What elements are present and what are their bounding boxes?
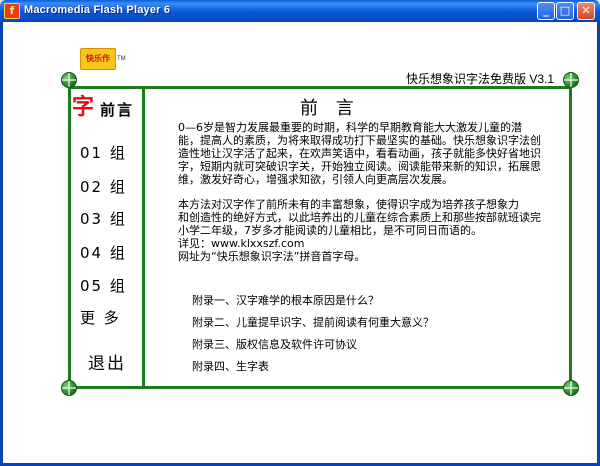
paragraph-line: 维，激发好奇心，增强求知欲，引领人向更高层次发展。: [178, 173, 453, 186]
globe-icon-bottom-left: [61, 380, 77, 396]
sidebar-item-group-03[interactable]: 03 组: [80, 208, 127, 229]
app-title: 快乐想象识字法免费版 V3.1: [406, 72, 555, 86]
paragraph-line: 能，提高人的素质，为将来取得成功打下最坚实的基础。快乐想象识字法创: [178, 134, 541, 147]
preface-paragraph-1: 0—6岁是智力发展最重要的时期，科学的早期教育能大大激发儿童的潜 能，提高人的素…: [178, 121, 566, 186]
title-bar[interactable]: f Macromedia Flash Player 6 _ □ ✕: [0, 0, 600, 22]
sidebar-item-group-04[interactable]: 04 组: [80, 242, 127, 263]
brand-logo: 快乐作: [80, 48, 116, 70]
paragraph-line: 造性地让汉字活了起来，在欢声笑语中，看看动画，孩子就能多快好省地识: [178, 147, 541, 160]
paragraph-line: 网址为“快乐想象识字法”拼音首字母。: [178, 250, 366, 263]
frame-right-line: [569, 86, 572, 389]
globe-icon-bottom-right: [563, 380, 579, 396]
website-link[interactable]: 详见：www.klxxszf.com: [178, 237, 566, 250]
sidebar-item-more[interactable]: 更 多: [80, 307, 121, 328]
sidebar-item-group-05[interactable]: 05 组: [80, 275, 127, 296]
zi-character-icon: 字: [72, 94, 95, 120]
globe-icon-top-left: [61, 72, 77, 88]
preface-paragraph-2: 本方法对汉字作了前所未有的丰富想象，使得识字成为培养孩子想象力 和创造性的绝好方…: [178, 198, 566, 263]
sidebar-item-preface[interactable]: 前言: [100, 99, 134, 120]
close-button[interactable]: ✕: [577, 2, 595, 20]
sidebar-divider-line: [142, 86, 145, 389]
frame-left-line: [68, 86, 71, 389]
globe-icon-top-right: [563, 72, 579, 88]
paragraph-line: 本方法对汉字作了前所未有的丰富想象，使得识字成为培养孩子想象力: [178, 198, 519, 211]
paragraph-line: 和创造性的绝好方式，以此培养出的儿童在综合素质上和那些按部就班读完: [178, 211, 541, 224]
trademark-mark: TM: [117, 56, 126, 62]
appendix-link-3[interactable]: 附录三、版权信息及软件许可协议: [192, 336, 357, 352]
paragraph-line: 小学二年级，7岁多才能阅读的儿童相比，是不可同日而语的。: [178, 224, 482, 237]
paragraph-line: 字，短期内就可突破识字关，开始独立阅读。阅读能带来新的知识，拓展思: [178, 160, 541, 173]
maximize-button[interactable]: □: [556, 2, 574, 20]
sidebar-item-group-01[interactable]: 01 组: [80, 142, 127, 163]
appendix-link-4[interactable]: 附录四、生字表: [192, 358, 269, 374]
window-title: Macromedia Flash Player 6: [24, 4, 171, 16]
sidebar-item-group-02[interactable]: 02 组: [80, 176, 127, 197]
flash-app-icon[interactable]: f: [4, 3, 20, 19]
appendix-link-2[interactable]: 附录二、儿童提早识字、提前阅读有何重大意义？: [192, 314, 434, 330]
appendix-link-1[interactable]: 附录一、汉字难学的根本原因是什么？: [192, 292, 379, 308]
page-heading: 前 言: [300, 98, 360, 119]
exit-button[interactable]: 退出: [88, 349, 126, 374]
paragraph-line: 0—6岁是智力发展最重要的时期，科学的早期教育能大大激发儿童的潜: [178, 121, 522, 134]
minimize-button[interactable]: _: [537, 2, 555, 20]
